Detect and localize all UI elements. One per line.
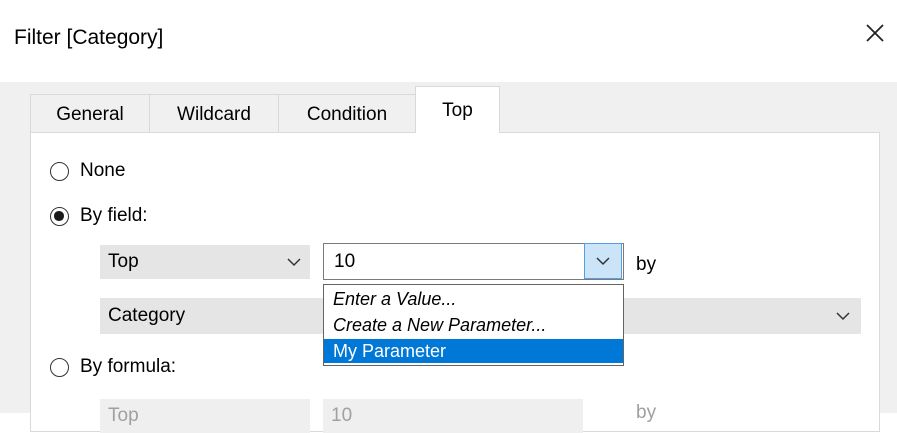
by-formula-label: By formula:	[80, 356, 177, 377]
tab-condition[interactable]: Condition	[278, 94, 416, 132]
tab-top-label: Top	[442, 100, 473, 121]
chevron-down-icon	[836, 312, 850, 321]
dropdown-item-my-parameter[interactable]: My Parameter	[324, 339, 623, 363]
close-icon[interactable]	[862, 20, 888, 46]
formula-count-value: 10	[331, 405, 353, 426]
count-combo-input[interactable]: 10	[323, 243, 624, 280]
tab-panel-top	[30, 132, 880, 432]
tab-wildcard[interactable]: Wildcard	[149, 94, 279, 132]
chevron-down-icon	[596, 257, 610, 266]
dialog-title: Filter [Category]	[14, 26, 164, 49]
dropdown-item-create-parameter[interactable]: Create a New Parameter...	[324, 313, 623, 337]
formula-count-input: 10	[323, 399, 583, 433]
field-value: Category	[108, 305, 186, 326]
count-value: 10	[334, 250, 356, 272]
count-dropdown-list: Enter a Value... Create a New Parameter.…	[323, 284, 624, 366]
formula-by-label: by	[636, 402, 657, 423]
chevron-down-icon	[287, 258, 301, 267]
tab-wildcard-label: Wildcard	[177, 103, 251, 125]
tab-general-label: General	[56, 103, 124, 125]
none-radio[interactable]	[50, 162, 69, 181]
by-formula-radio[interactable]	[50, 358, 69, 377]
formula-top-bottom-select: Top	[100, 399, 310, 433]
by-field-label: By field:	[80, 205, 148, 226]
radio-selected-dot	[54, 211, 64, 221]
none-label: None	[80, 160, 126, 181]
count-dropdown-button[interactable]	[584, 243, 622, 279]
by-field-radio[interactable]	[50, 207, 69, 226]
top-bottom-select[interactable]: Top	[100, 245, 310, 279]
dropdown-item-enter-value[interactable]: Enter a Value...	[324, 287, 623, 311]
by-label: by	[636, 254, 657, 275]
tab-top[interactable]: Top	[415, 86, 500, 133]
tab-condition-label: Condition	[306, 103, 388, 125]
tab-general[interactable]: General	[30, 94, 150, 132]
top-bottom-value: Top	[108, 251, 139, 272]
formula-top-bottom-value: Top	[108, 405, 139, 426]
